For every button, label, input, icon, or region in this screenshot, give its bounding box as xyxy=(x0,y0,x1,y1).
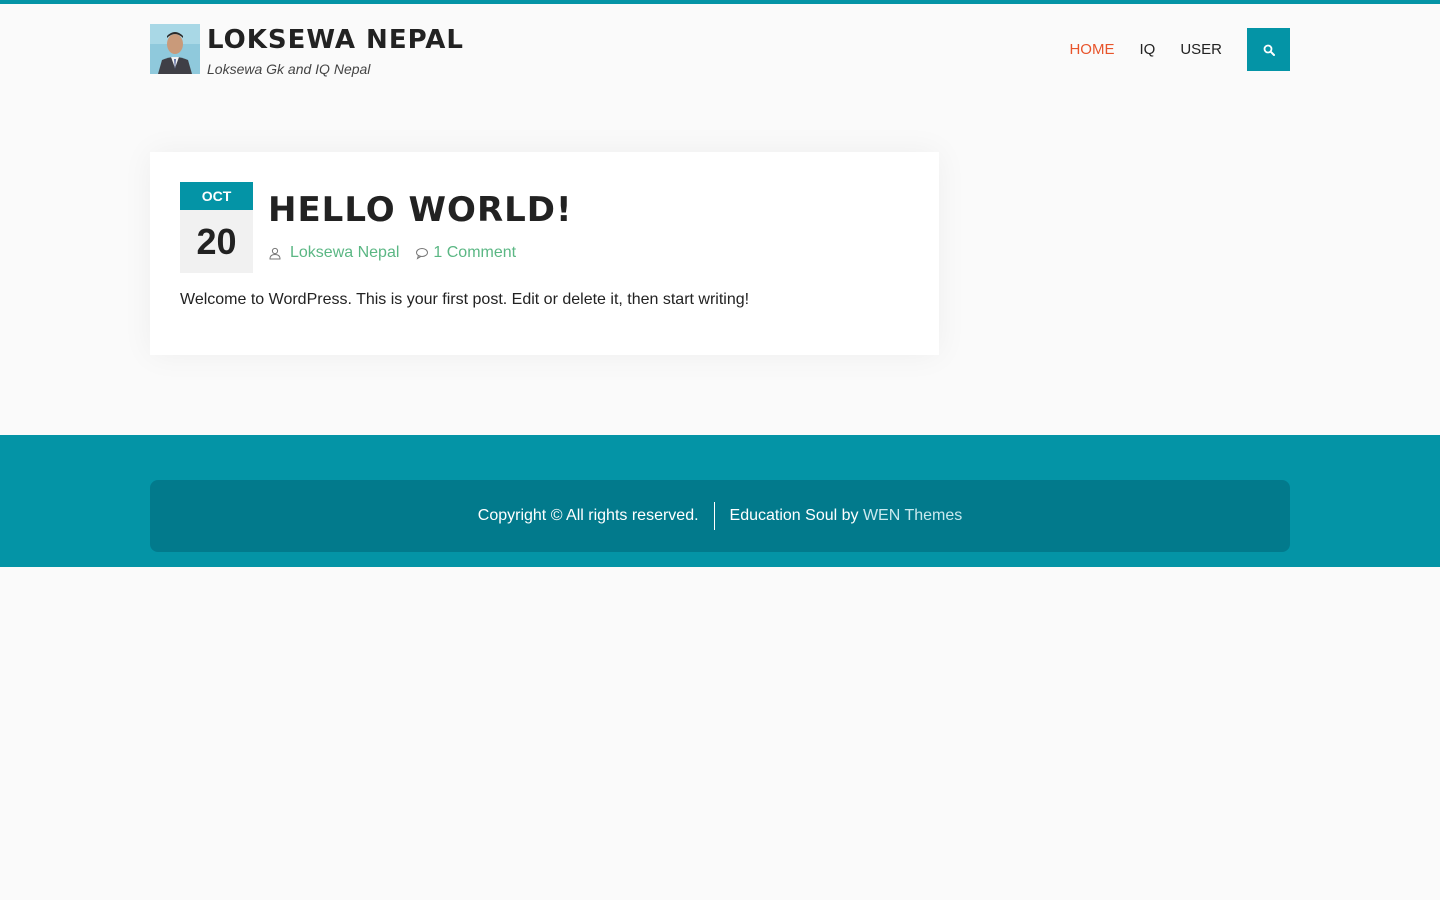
top-accent-bar xyxy=(0,0,1440,4)
nav-item-user[interactable]: USER xyxy=(1180,28,1222,71)
footer-credit-link[interactable]: WEN Themes xyxy=(863,507,962,524)
site-logo[interactable] xyxy=(150,24,200,74)
post-title[interactable]: HELLO WORLD! xyxy=(268,186,573,234)
footer-credit: Education Soul by WEN Themes xyxy=(715,507,963,525)
footer-copyright: Copyright © All rights reserved. xyxy=(477,507,699,524)
avatar-photo xyxy=(150,24,200,74)
post-author-link[interactable]: Loksewa Nepal xyxy=(290,244,399,262)
footer-credit-text: Education Soul by xyxy=(729,507,863,524)
site-header: LOKSEWA NEPAL Loksewa Gk and IQ Nepal HO… xyxy=(150,24,1290,77)
post-meta: Loksewa Nepal 1 Comment xyxy=(268,244,516,262)
post-date: OCT 20 xyxy=(180,182,253,273)
search-icon xyxy=(1263,44,1275,56)
site-footer: Copyright © All rights reserved. Educati… xyxy=(0,435,1440,567)
post-excerpt: Welcome to WordPress. This is your first… xyxy=(180,291,750,308)
user-icon xyxy=(268,246,282,260)
post-date-day: 20 xyxy=(196,221,237,262)
nav-item-home[interactable]: HOME xyxy=(1069,28,1114,71)
site-tagline: Loksewa Gk and IQ Nepal xyxy=(207,61,371,77)
site-title[interactable]: LOKSEWA NEPAL xyxy=(207,24,464,56)
main-nav: HOME IQ USER xyxy=(1069,28,1290,71)
post-comments-link[interactable]: 1 Comment xyxy=(433,244,516,262)
search-button[interactable] xyxy=(1247,28,1290,71)
comment-icon xyxy=(415,246,429,260)
nav-item-iq[interactable]: IQ xyxy=(1139,28,1155,71)
footer-bar: Copyright © All rights reserved. Educati… xyxy=(150,480,1290,552)
post-card: OCT 20 HELLO WORLD! Loksewa Nepal 1 Comm… xyxy=(150,152,939,355)
post-date-month: OCT xyxy=(180,182,253,210)
